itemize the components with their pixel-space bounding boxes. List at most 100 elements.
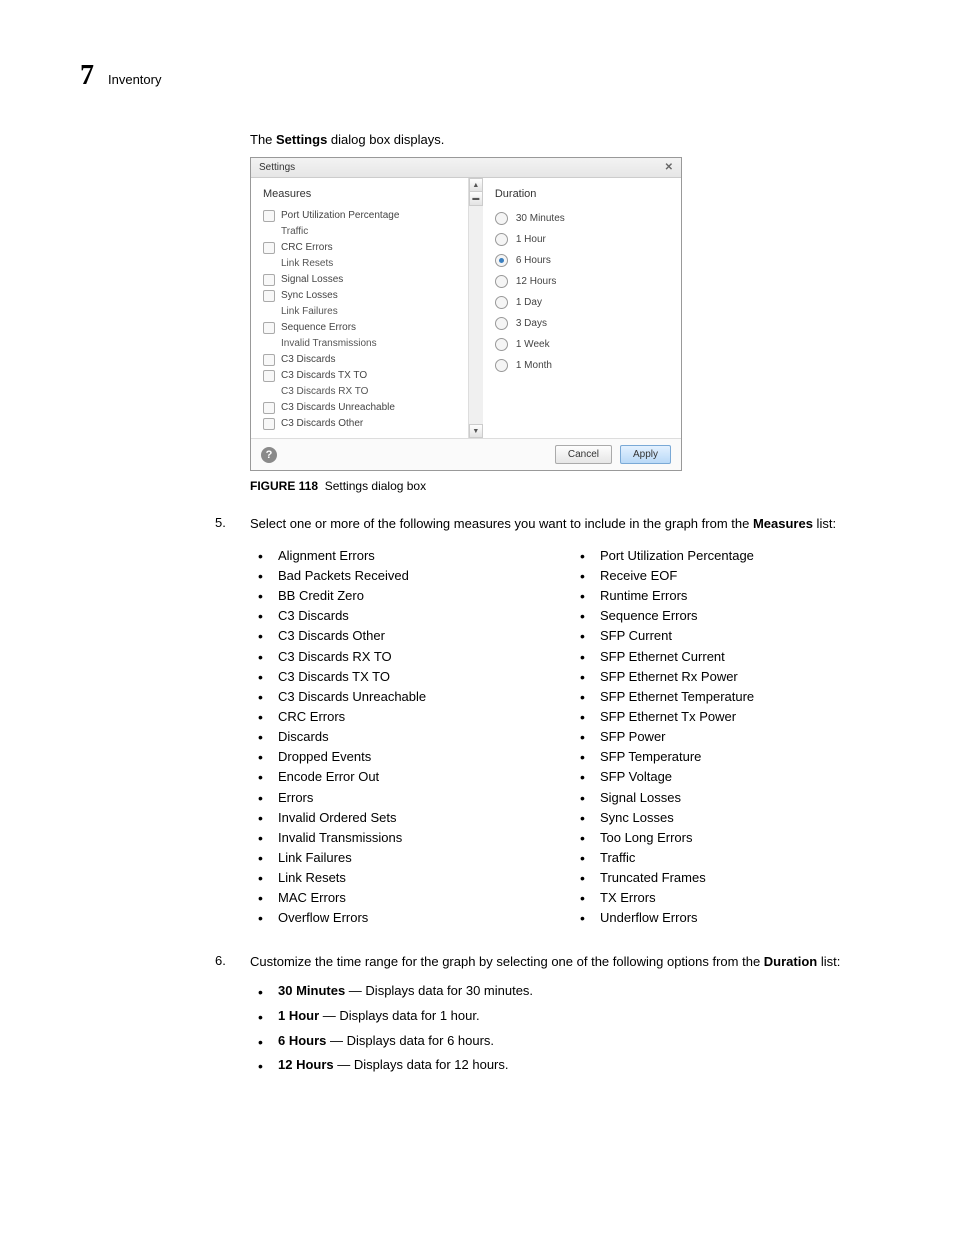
list-item: Link Resets xyxy=(250,868,572,888)
step5-post: list: xyxy=(813,516,836,531)
measure-label: C3 Discards xyxy=(281,352,335,368)
list-item: Underflow Errors xyxy=(572,908,894,928)
duration-label: 3 Days xyxy=(516,313,547,334)
radio-icon[interactable] xyxy=(495,275,508,288)
measure-label: Invalid Transmissions xyxy=(263,336,476,352)
list-item: SFP Power xyxy=(572,727,894,747)
radio-icon[interactable] xyxy=(495,233,508,246)
list-item: BB Credit Zero xyxy=(250,586,572,606)
list-item: Traffic xyxy=(572,848,894,868)
checkbox[interactable] xyxy=(263,274,275,286)
radio-icon[interactable] xyxy=(495,296,508,309)
measure-label: Signal Losses xyxy=(281,272,343,288)
help-icon[interactable]: ? xyxy=(261,447,277,463)
radio-icon[interactable] xyxy=(495,359,508,372)
checkbox[interactable] xyxy=(263,290,275,302)
list-item: Too Long Errors xyxy=(572,828,894,848)
measure-label: Link Failures xyxy=(263,304,476,320)
measure-label: C3 Discards TX TO xyxy=(281,368,367,384)
checkbox[interactable] xyxy=(263,322,275,334)
figure-text: Settings dialog box xyxy=(325,479,426,493)
step-number: 5. xyxy=(215,515,250,947)
list-item: SFP Ethernet Temperature xyxy=(572,687,894,707)
list-item: Sync Losses xyxy=(572,808,894,828)
settings-dialog: Settings ✕ Measures Port Utilization Per… xyxy=(250,157,682,471)
list-item: Bad Packets Received xyxy=(250,566,572,586)
checkbox[interactable] xyxy=(263,354,275,366)
list-item: Invalid Ordered Sets xyxy=(250,808,572,828)
intro-pre: The xyxy=(250,132,276,147)
list-item: Errors xyxy=(250,788,572,808)
list-item: Dropped Events xyxy=(250,747,572,767)
list-item: 12 Hours — Displays data for 12 hours. xyxy=(250,1053,894,1078)
list-item: C3 Discards Unreachable xyxy=(250,687,572,707)
duration-label: 1 Week xyxy=(516,334,550,355)
list-item: Encode Error Out xyxy=(250,767,572,787)
cancel-button[interactable]: Cancel xyxy=(555,445,612,464)
duration-option[interactable]: 30 Minutes xyxy=(495,208,669,229)
duration-label: 1 Hour xyxy=(516,229,546,250)
step-6: 6. Customize the time range for the grap… xyxy=(215,953,894,1079)
duration-option[interactable]: 1 Day xyxy=(495,292,669,313)
intro-text: The Settings dialog box displays. xyxy=(250,132,894,147)
list-item: 30 Minutes — Displays data for 30 minute… xyxy=(250,979,894,1004)
measure-label: Port Utilization Percentage xyxy=(281,208,399,224)
scrollbar[interactable]: ▲ ▬ ▼ xyxy=(468,178,483,438)
step-5: 5. Select one or more of the following m… xyxy=(215,515,894,947)
radio-icon[interactable] xyxy=(495,212,508,225)
radio-icon[interactable] xyxy=(495,254,508,267)
measure-label: C3 Discards Unreachable xyxy=(281,400,395,416)
measure-label: Link Resets xyxy=(263,256,476,272)
chapter-number: 7 xyxy=(80,60,94,92)
duration-option[interactable]: 12 Hours xyxy=(495,271,669,292)
list-item: C3 Discards Other xyxy=(250,626,572,646)
step-number: 6. xyxy=(215,953,250,1079)
list-item: SFP Voltage xyxy=(572,767,894,787)
checkbox[interactable] xyxy=(263,418,275,430)
list-item: Link Failures xyxy=(250,848,572,868)
list-item: 6 Hours — Displays data for 6 hours. xyxy=(250,1029,894,1054)
dialog-title: Settings xyxy=(259,162,295,173)
duration-label: 1 Day xyxy=(516,292,542,313)
scroll-up-icon[interactable]: ▲ xyxy=(469,178,483,192)
measure-label: CRC Errors xyxy=(281,240,333,256)
scroll-down-icon[interactable]: ▼ xyxy=(469,424,483,438)
duration-label: 12 Hours xyxy=(516,271,557,292)
checkbox[interactable] xyxy=(263,402,275,414)
measure-label: Sync Losses xyxy=(281,288,338,304)
intro-bold: Settings xyxy=(276,132,327,147)
list-item: SFP Ethernet Current xyxy=(572,647,894,667)
duration-option[interactable]: 1 Month xyxy=(495,355,669,376)
list-item: Receive EOF xyxy=(572,566,894,586)
measure-label: Traffic xyxy=(263,224,476,240)
close-icon[interactable]: ✕ xyxy=(665,162,673,173)
step6-pre: Customize the time range for the graph b… xyxy=(250,954,764,969)
list-item: Invalid Transmissions xyxy=(250,828,572,848)
duration-option[interactable]: 1 Hour xyxy=(495,229,669,250)
checkbox[interactable] xyxy=(263,242,275,254)
step5-bold: Measures xyxy=(753,516,813,531)
duration-option[interactable]: 6 Hours xyxy=(495,250,669,271)
section-title: Inventory xyxy=(108,72,161,87)
duration-option[interactable]: 1 Week xyxy=(495,334,669,355)
list-item: Signal Losses xyxy=(572,788,894,808)
measure-label: C3 Discards Other xyxy=(281,416,363,432)
scroll-thumb[interactable]: ▬ xyxy=(469,192,483,206)
radio-icon[interactable] xyxy=(495,338,508,351)
measures-heading: Measures xyxy=(263,188,476,200)
list-item: Runtime Errors xyxy=(572,586,894,606)
measure-label: C3 Discards RX TO xyxy=(263,384,476,400)
list-item: Port Utilization Percentage xyxy=(572,546,894,566)
radio-icon[interactable] xyxy=(495,317,508,330)
list-item: C3 Discards RX TO xyxy=(250,647,572,667)
duration-label: 1 Month xyxy=(516,355,552,376)
measure-label: Sequence Errors xyxy=(281,320,356,336)
duration-option[interactable]: 3 Days xyxy=(495,313,669,334)
apply-button[interactable]: Apply xyxy=(620,445,671,464)
list-item: 1 Hour — Displays data for 1 hour. xyxy=(250,1004,894,1029)
list-item: Sequence Errors xyxy=(572,606,894,626)
checkbox[interactable] xyxy=(263,210,275,222)
list-item: TX Errors xyxy=(572,888,894,908)
step5-pre: Select one or more of the following meas… xyxy=(250,516,753,531)
checkbox[interactable] xyxy=(263,370,275,382)
